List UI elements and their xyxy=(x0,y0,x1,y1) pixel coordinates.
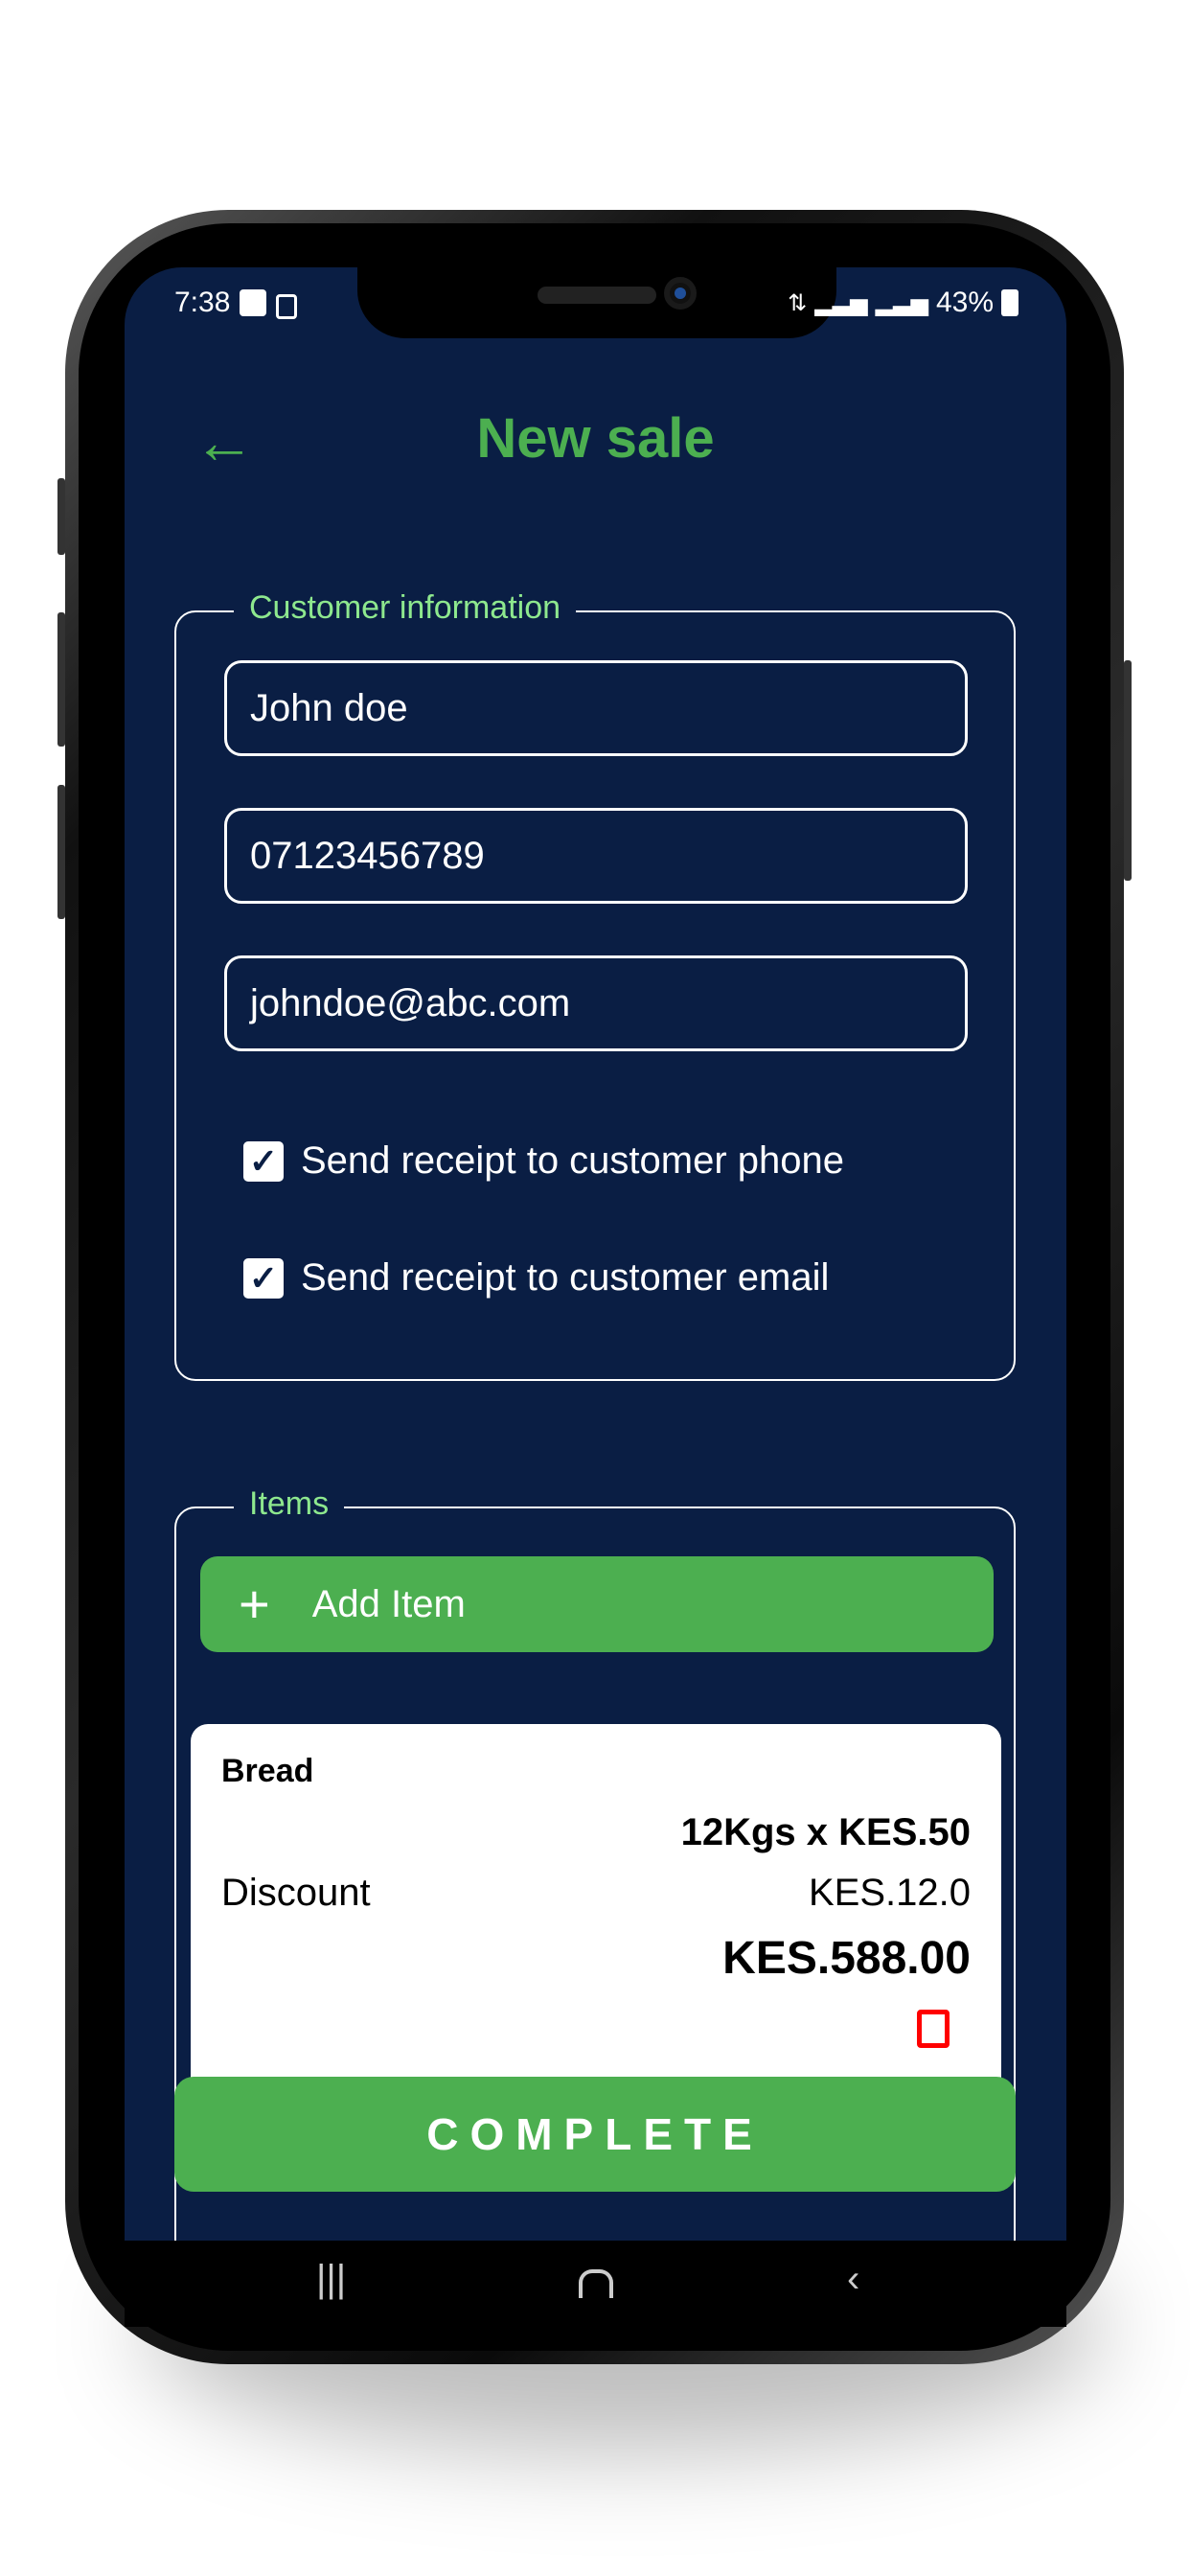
trash-icon[interactable] xyxy=(917,2010,950,2048)
discount-label: Discount xyxy=(221,1872,371,1914)
battery-level: 43% xyxy=(935,287,994,318)
discount-value: KES.12.0 xyxy=(808,1872,971,1914)
section-legend: Items xyxy=(234,1485,345,1523)
battery-charging-icon xyxy=(1001,289,1018,316)
home-icon[interactable] xyxy=(579,2269,613,2298)
checkbox-label: Send receipt to customer phone xyxy=(301,1139,845,1182)
item-qty-price: 12Kgs x KES.50 xyxy=(680,1811,971,1853)
add-item-button[interactable]: + Add Item xyxy=(200,1556,994,1652)
customer-information-section: Customer information John doe 0712345678… xyxy=(174,589,1016,1381)
checkbox-checked-icon: ✓ xyxy=(243,1140,284,1182)
customer-name-input[interactable]: John doe xyxy=(224,660,968,756)
signal-icon: ▂▃▅ xyxy=(814,289,868,316)
add-item-label: Add Item xyxy=(311,1582,466,1625)
customer-phone-input[interactable]: 07123456789 xyxy=(224,808,968,904)
page-title: New sale xyxy=(476,407,715,470)
customer-email-input[interactable]: johndoe@abc.com xyxy=(224,955,968,1051)
plus-icon: + xyxy=(239,1574,270,1634)
lock-icon xyxy=(276,294,298,319)
camera-icon xyxy=(664,277,697,310)
section-legend: Customer information xyxy=(234,589,577,627)
send-receipt-email-checkbox[interactable]: ✓ Send receipt to customer email xyxy=(243,1256,829,1300)
checkbox-label: Send receipt to customer email xyxy=(301,1256,830,1299)
item-total: KES.588.00 xyxy=(722,1933,971,1984)
android-nav-bar: ||| ‹ xyxy=(125,2241,1066,2327)
checkbox-checked-icon: ✓ xyxy=(243,1257,284,1299)
back-nav-icon[interactable]: ‹ xyxy=(847,2258,859,2301)
status-time: 7:38 xyxy=(174,287,231,318)
recent-apps-icon[interactable]: ||| xyxy=(316,2258,346,2301)
signal-icon: ▂▃▅ xyxy=(875,289,928,316)
notch xyxy=(357,267,836,338)
status-bar-right: ⇅ ▂▃▅ ▂▃▅ 43% xyxy=(788,287,1018,319)
wifi-icon: ⇅ xyxy=(788,289,808,316)
complete-button[interactable]: COMPLETE xyxy=(174,2077,1016,2192)
app-screen: 7:38 ⇅ ▂▃▅ ▂▃▅ 43% ← New sale Customer i… xyxy=(125,267,1066,2241)
send-receipt-phone-checkbox[interactable]: ✓ Send receipt to customer phone xyxy=(243,1139,844,1183)
image-icon xyxy=(240,289,267,316)
status-bar-left: 7:38 xyxy=(174,287,298,319)
item-name: Bread xyxy=(221,1753,314,1789)
